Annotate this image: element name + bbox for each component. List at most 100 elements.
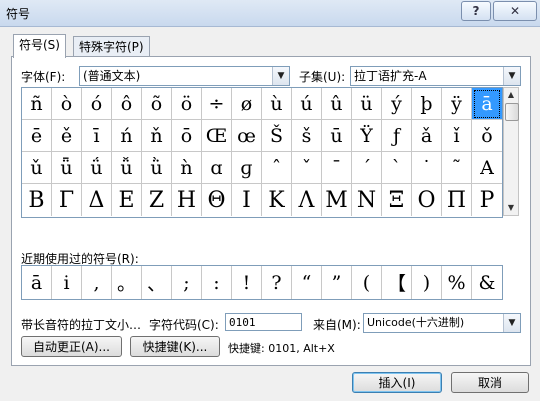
symbol-cell[interactable]: û xyxy=(322,88,352,120)
symbol-cell[interactable]: ń xyxy=(112,120,142,152)
symbol-cell[interactable]: ǹ xyxy=(172,152,202,184)
symbol-cell[interactable]: Π xyxy=(442,184,472,216)
symbol-cell[interactable]: ǜ xyxy=(142,152,172,184)
symbol-cell[interactable]: Μ xyxy=(322,184,352,216)
symbol-cell[interactable]: ø xyxy=(232,88,262,120)
symbol-cell[interactable]: ˙ xyxy=(412,152,442,184)
symbol-cell[interactable]: Œ xyxy=(202,120,232,152)
font-select[interactable]: (普通文本) ▼ xyxy=(79,66,290,86)
symbol-cell[interactable]: ǘ xyxy=(82,152,112,184)
tab-special-characters[interactable]: 特殊字符(P) xyxy=(73,36,150,57)
symbol-cell[interactable]: ň xyxy=(142,120,172,152)
symbol-cell[interactable]: ù xyxy=(262,88,292,120)
subset-select[interactable]: 拉丁语扩充-A ▼ xyxy=(350,66,521,86)
symbol-cell[interactable]: ǔ xyxy=(22,152,52,184)
symbol-cell[interactable]: Α xyxy=(472,152,502,184)
recent-symbol-cell[interactable]: ā xyxy=(22,266,52,299)
recent-symbol-cell[interactable]: % xyxy=(442,266,472,299)
symbol-cell[interactable]: ò xyxy=(52,88,82,120)
shortcut-key-button[interactable]: 快捷键(K)... xyxy=(130,336,220,357)
symbol-cell[interactable]: ˊ xyxy=(352,152,382,184)
symbol-cell[interactable]: ˆ xyxy=(262,152,292,184)
symbol-cell[interactable]: ˇ xyxy=(292,152,322,184)
symbol-cell[interactable]: ā xyxy=(472,88,502,120)
close-button[interactable]: ✕ xyxy=(493,1,537,21)
recent-symbol-cell[interactable]: , xyxy=(82,266,112,299)
symbol-cell[interactable]: Š xyxy=(262,120,292,152)
recent-symbol-cell[interactable]: ( xyxy=(352,266,382,299)
recent-symbol-cell[interactable]: ? xyxy=(262,266,292,299)
symbol-cell[interactable]: Γ xyxy=(52,184,82,216)
chevron-down-icon: ▼ xyxy=(503,314,520,332)
symbol-cell[interactable]: ǐ xyxy=(442,120,472,152)
symbol-cell[interactable]: õ xyxy=(142,88,172,120)
recent-symbol-cell[interactable]: : xyxy=(202,266,232,299)
recent-symbol-cell[interactable]: 。 xyxy=(112,266,142,299)
symbol-cell[interactable]: Ÿ xyxy=(352,120,382,152)
symbol-cell[interactable]: Ε xyxy=(112,184,142,216)
symbol-cell[interactable]: Ζ xyxy=(142,184,172,216)
cancel-button[interactable]: 取消 xyxy=(451,372,529,393)
recent-symbol-cell[interactable]: “ xyxy=(292,266,322,299)
symbol-cell[interactable]: š xyxy=(292,120,322,152)
symbol-cell[interactable]: Κ xyxy=(262,184,292,216)
symbol-cell[interactable]: ɡ xyxy=(232,152,262,184)
recent-symbol-cell[interactable]: & xyxy=(472,266,502,299)
from-value: Unicode(十六进制) xyxy=(367,316,465,329)
symbol-cell[interactable]: ō xyxy=(172,120,202,152)
recent-symbol-cell[interactable]: 【 xyxy=(382,266,412,299)
symbol-cell[interactable]: Ι xyxy=(232,184,262,216)
symbol-cell[interactable]: ˜ xyxy=(442,152,472,184)
symbol-cell[interactable]: ē xyxy=(22,120,52,152)
symbol-cell[interactable]: þ xyxy=(412,88,442,120)
symbol-cell[interactable]: Β xyxy=(22,184,52,216)
symbol-cell[interactable]: ÷ xyxy=(202,88,232,120)
symbol-grid[interactable]: ñ ò ó ô õ ö ÷ ø ù ú û ü ý þ ÿ ā ē ě ī ń ň ō Œœ Šš ū Ÿƒ ǎ ǐ ǒ ǔ ǖ ǘ ǚ ǜ ǹ ɑ ɡ… xyxy=(21,87,503,218)
symbol-cell[interactable]: Η xyxy=(172,184,202,216)
symbol-cell[interactable]: Ο xyxy=(412,184,442,216)
symbol-cell[interactable]: ǚ xyxy=(112,152,142,184)
recent-symbol-cell[interactable]: i xyxy=(52,266,82,299)
symbol-cell[interactable]: ǎ xyxy=(412,120,442,152)
recent-symbol-cell[interactable]: ! xyxy=(232,266,262,299)
symbol-cell[interactable]: ö xyxy=(172,88,202,120)
symbol-cell[interactable]: ÿ xyxy=(442,88,472,120)
scroll-up-arrow-icon[interactable]: ▲ xyxy=(504,88,518,102)
symbol-cell[interactable]: ɑ xyxy=(202,152,232,184)
tab-symbols[interactable]: 符号(S) xyxy=(13,34,66,58)
recent-symbol-cell[interactable]: ) xyxy=(412,266,442,299)
symbol-cell[interactable]: Ρ xyxy=(472,184,502,216)
symbol-cell[interactable]: Θ xyxy=(202,184,232,216)
scroll-down-arrow-icon[interactable]: ▼ xyxy=(504,201,518,215)
symbol-cell[interactable]: ƒ xyxy=(382,120,412,152)
symbol-cell[interactable]: œ xyxy=(232,120,262,152)
from-select[interactable]: Unicode(十六进制) ▼ xyxy=(363,313,521,333)
help-button[interactable]: ? xyxy=(461,1,491,21)
recent-symbols-grid[interactable]: ā i,。、;:!? “”(【)% & xyxy=(21,265,503,300)
symbol-cell[interactable]: ó xyxy=(82,88,112,120)
symbol-cell[interactable]: ñ xyxy=(22,88,52,120)
char-code-input[interactable]: 0101 xyxy=(225,313,302,331)
insert-button[interactable]: 插入(I) xyxy=(352,372,442,393)
symbol-cell[interactable]: Ν xyxy=(352,184,382,216)
symbol-cell[interactable]: ý xyxy=(382,88,412,120)
autocorrect-button[interactable]: 自动更正(A)... xyxy=(21,336,122,357)
symbol-cell[interactable]: ǖ xyxy=(52,152,82,184)
symbol-cell[interactable]: ü xyxy=(352,88,382,120)
symbol-cell[interactable]: Δ xyxy=(82,184,112,216)
symbol-cell[interactable]: ǒ xyxy=(472,120,502,152)
symbol-cell[interactable]: ī xyxy=(82,120,112,152)
recent-symbol-cell[interactable]: ” xyxy=(322,266,352,299)
symbol-cell[interactable]: Ξ xyxy=(382,184,412,216)
symbol-cell[interactable]: ˉ xyxy=(322,152,352,184)
symbol-cell[interactable]: ú xyxy=(292,88,322,120)
symbol-cell[interactable]: ě xyxy=(52,120,82,152)
scrollbar-thumb[interactable] xyxy=(505,103,519,121)
symbol-cell[interactable]: ˋ xyxy=(382,152,412,184)
symbol-cell[interactable]: ô xyxy=(112,88,142,120)
recent-symbol-cell[interactable]: 、 xyxy=(142,266,172,299)
symbol-cell[interactable]: Λ xyxy=(292,184,322,216)
symbol-cell[interactable]: ū xyxy=(322,120,352,152)
symbol-grid-scrollbar[interactable]: ▲ ▼ xyxy=(503,87,519,216)
recent-symbol-cell[interactable]: ; xyxy=(172,266,202,299)
